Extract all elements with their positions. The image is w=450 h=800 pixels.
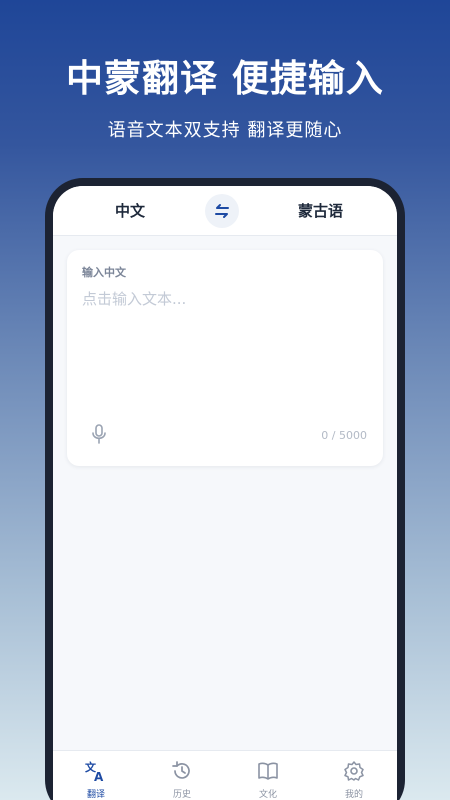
- hero-title: 中蒙翻译 便捷输入: [66, 57, 384, 100]
- translate-icon: 文 A: [85, 760, 104, 782]
- language-bar: 中文 蒙古语: [53, 186, 397, 236]
- tab-history[interactable]: 历史: [139, 751, 225, 800]
- input-card: 输入中文 0 / 5000: [67, 250, 383, 466]
- swap-languages-button[interactable]: [204, 193, 239, 228]
- app-screen: 中文 蒙古语 输入中文 0 / 5000 文: [53, 186, 397, 800]
- tab-label: 翻译: [86, 790, 105, 800]
- tab-label: 历史: [172, 790, 191, 800]
- character-counter: 0 / 5000: [321, 429, 367, 442]
- input-label: 输入中文: [82, 266, 126, 279]
- tab-label: 文化: [258, 790, 277, 800]
- gear-icon: [344, 761, 364, 781]
- history-icon: [172, 761, 190, 779]
- tab-culture[interactable]: 文化: [225, 751, 311, 800]
- tab-profile[interactable]: 我的: [311, 751, 397, 800]
- tab-translate[interactable]: 文 A 翻译: [53, 751, 139, 800]
- svg-text:A: A: [94, 770, 104, 782]
- source-text-input[interactable]: [82, 290, 368, 308]
- hero-subtitle: 语音文本双支持 翻译更随心: [107, 120, 343, 141]
- microphone-icon[interactable]: [90, 424, 108, 444]
- phone-frame: 中文 蒙古语 输入中文 0 / 5000 文: [45, 178, 405, 800]
- swap-arrows-icon: [214, 203, 229, 218]
- source-language-selector[interactable]: 中文: [115, 200, 145, 221]
- target-language-selector[interactable]: 蒙古语: [298, 200, 343, 221]
- book-icon: [258, 762, 278, 780]
- bottom-tab-bar: 文 A 翻译 历史 文化 我的: [53, 750, 397, 800]
- tab-label: 我的: [344, 790, 363, 800]
